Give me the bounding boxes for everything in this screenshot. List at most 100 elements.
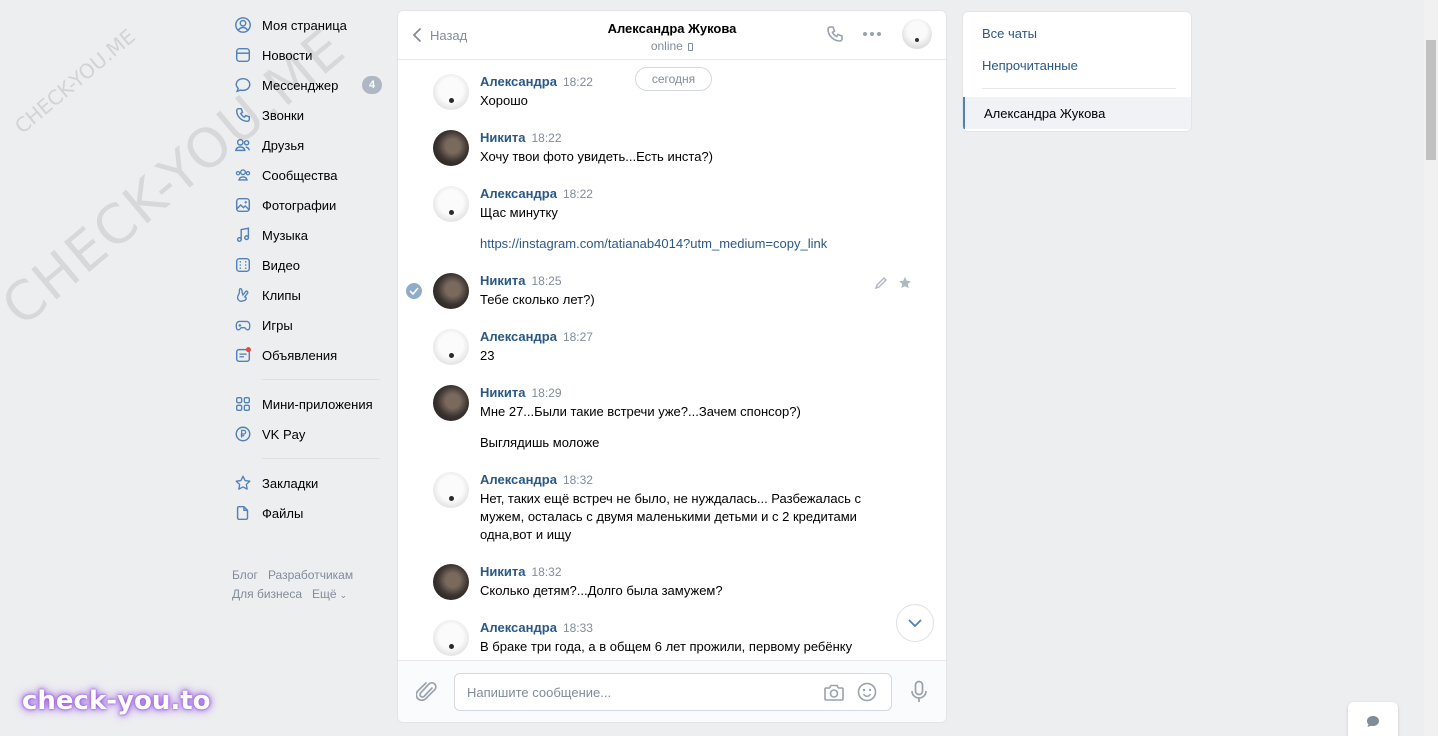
call-button[interactable] [823, 22, 847, 46]
nav-label: Моя страница [262, 17, 347, 33]
avatar[interactable] [433, 273, 469, 309]
nav-item-photos[interactable]: Фотографии [232, 190, 382, 220]
nav-item-video[interactable]: Видео [232, 250, 382, 280]
scroll-down-button[interactable] [896, 604, 934, 642]
nav-item-games[interactable]: Игры [232, 310, 382, 340]
message-time: 18:22 [562, 75, 593, 89]
mobile-icon [688, 43, 694, 51]
message-time: 18:32 [562, 473, 593, 487]
message-line: мужем, осталась с двумя маленькими детьм… [480, 509, 857, 524]
message-selected[interactable]: Никита 18:25 Тебе сколько лет?) [406, 273, 946, 309]
check-icon[interactable] [406, 283, 422, 299]
message-text: Тебе сколько лет?) [480, 292, 595, 307]
nav-divider [262, 458, 380, 459]
avatar[interactable] [433, 564, 469, 600]
nav-label: Новости [262, 47, 313, 63]
nav-item-my-page[interactable]: Моя страница [232, 10, 382, 40]
message-text: Выглядишь моложе [480, 435, 600, 450]
emoji-button[interactable] [857, 682, 877, 702]
star-icon[interactable] [898, 276, 912, 293]
message-time: 18:29 [531, 386, 562, 400]
message[interactable]: Александра 18:33 В браке три года, а в об… [433, 620, 946, 656]
avatar[interactable] [433, 130, 469, 166]
message-author[interactable]: Александра [480, 472, 557, 487]
phone-icon [827, 26, 843, 42]
nav-item-friends[interactable]: Друзья [232, 130, 382, 160]
avatar[interactable] [433, 74, 469, 110]
nav-item-files[interactable]: Файлы [232, 498, 382, 528]
page-scrollbar[interactable] [1424, 0, 1438, 736]
clips-icon [233, 285, 253, 305]
filter-unread[interactable]: Непрочитанные [963, 49, 1191, 81]
message[interactable]: Александра 18:22 Щас минутку https://inst… [433, 186, 946, 253]
message-link[interactable]: https://instagram.com/tatianab4014?utm_m… [480, 235, 946, 253]
nav-item-communities[interactable]: Сообщества [232, 160, 382, 190]
chats-fab-button[interactable] [1348, 702, 1398, 736]
message-time: 18:32 [531, 565, 562, 579]
peer-avatar[interactable] [902, 19, 932, 49]
message-text: Хочу твои фото увидеть...Есть инста?) [480, 149, 713, 164]
peer-status-text: online [650, 39, 683, 53]
message-history[interactable]: сегодня Александра 18:22 Хорошо Никита 18:… [398, 60, 946, 661]
footer-business-link[interactable]: Для бизнеса [232, 587, 302, 601]
nav-item-vkpay[interactable]: VK Pay [232, 419, 382, 449]
message-author[interactable]: Никита [480, 564, 525, 579]
edit-pencil-icon[interactable] [874, 276, 888, 293]
message-author[interactable]: Александра [480, 186, 557, 201]
message[interactable]: Никита 18:32 Сколько детям?...Долго была … [433, 564, 946, 600]
nav-label: Файлы [262, 505, 304, 521]
ads-icon [233, 345, 253, 365]
message-line: одна,вот и ищу [480, 527, 572, 542]
camera-button[interactable] [823, 682, 845, 702]
nav-item-mini-apps[interactable]: Мини-приложения [232, 389, 382, 419]
message-line: Нет, таких ещё встреч не было, не нуждал… [480, 491, 861, 506]
date-separator: сегодня [635, 67, 712, 91]
nav-item-news[interactable]: Новости [232, 40, 382, 70]
avatar[interactable] [433, 186, 469, 222]
star-icon [233, 473, 253, 493]
avatar[interactable] [433, 385, 469, 421]
message-author[interactable]: Никита [480, 273, 525, 288]
message[interactable]: Никита 18:22 Хочу твои фото увидеть...Ест… [433, 130, 946, 166]
nav-item-music[interactable]: Музыка [232, 220, 382, 250]
message-author[interactable]: Александра [480, 329, 557, 344]
message-input-box[interactable] [454, 673, 892, 711]
nav-label: Звонки [262, 107, 304, 123]
vkpay-icon [233, 424, 253, 444]
message[interactable]: Никита 18:29 Мне 27...Были такие встречи … [433, 385, 946, 452]
nav-label: Мессенджер [262, 77, 339, 93]
phone-icon [233, 105, 253, 125]
message-author[interactable]: Никита [480, 385, 525, 400]
message[interactable]: Александра 18:32 Нет, таких ещё встреч не… [433, 472, 946, 544]
avatar[interactable] [433, 472, 469, 508]
nav-item-clips[interactable]: Клипы [232, 280, 382, 310]
nav-item-ads[interactable]: Объявления [232, 340, 382, 370]
active-chat-item[interactable]: Александра Жукова [963, 97, 1191, 129]
attach-button[interactable] [415, 680, 438, 707]
footer-blog-link[interactable]: Блог [232, 568, 258, 582]
nav-label: Игры [262, 317, 293, 333]
avatar[interactable] [433, 620, 469, 656]
message-input[interactable] [467, 674, 807, 710]
message-author[interactable]: Александра [480, 620, 557, 635]
news-icon [233, 45, 253, 65]
footer-dev-link[interactable]: Разработчикам [268, 568, 353, 582]
message-author[interactable]: Александра [480, 74, 557, 89]
nav-item-calls[interactable]: Звонки [232, 100, 382, 130]
avatar[interactable] [433, 329, 469, 365]
nav-item-messenger[interactable]: Мессенджер 4 [232, 70, 382, 100]
friends-icon [233, 135, 253, 155]
scrollbar-thumb[interactable] [1426, 40, 1436, 160]
message-author[interactable]: Никита [480, 130, 525, 145]
nav-divider [262, 379, 380, 380]
chat-filters-panel: Все чаты Непрочитанные Александра Жукова [962, 11, 1192, 132]
voice-message-button[interactable] [910, 680, 928, 707]
nav-label: Объявления [262, 347, 338, 363]
nav-item-bookmarks[interactable]: Закладки [232, 468, 382, 498]
message-text: Хорошо [480, 93, 528, 108]
more-button[interactable] [860, 22, 884, 46]
message[interactable]: Александра 18:27 23 [433, 329, 946, 365]
communities-icon [233, 165, 253, 185]
filter-all-chats[interactable]: Все чаты [963, 17, 1191, 49]
footer-more-link[interactable]: Ещё ⌄ [312, 587, 357, 601]
